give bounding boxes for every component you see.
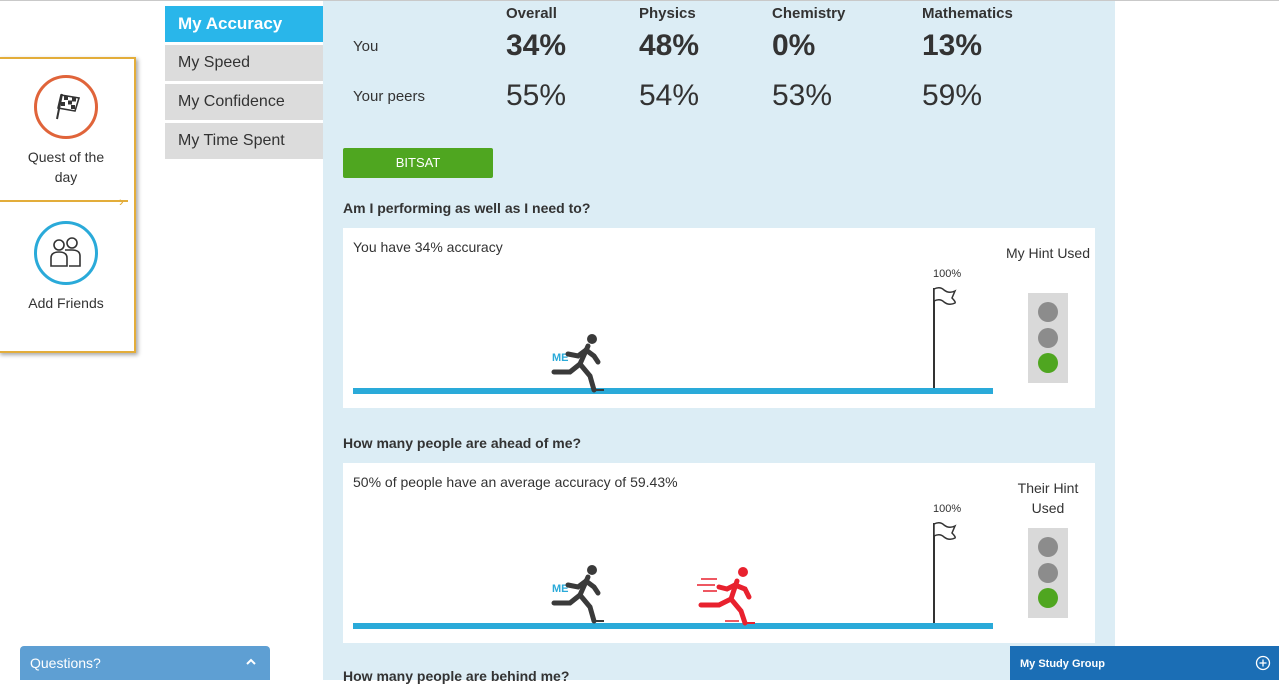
my-hint-title: My Hint Used: [1005, 245, 1091, 261]
my-runner-icon: [551, 334, 604, 393]
add-friends-button[interactable]: Add Friends: [0, 221, 134, 313]
column-header-overall: Overall: [506, 5, 557, 22]
tab-my-accuracy[interactable]: My Accuracy: [165, 6, 323, 42]
hint-light-off-icon: [1038, 537, 1058, 557]
peers-ahead-text: 50% of people have an average accuracy o…: [353, 474, 678, 490]
progress-track: [353, 388, 993, 394]
peers-mathematics-value: 59%: [922, 79, 983, 112]
peers-row-label: Your peers: [353, 88, 425, 105]
add-friends-label: Add Friends: [28, 295, 104, 311]
study-group-bar[interactable]: My Study Group: [1010, 646, 1279, 680]
section-behind-question: How many people are behind me?: [343, 668, 570, 684]
widget-divider: [0, 200, 128, 202]
exam-bitsat-button[interactable]: BITSAT: [343, 148, 493, 178]
study-group-label: My Study Group: [1020, 658, 1105, 670]
questions-chat-bar[interactable]: Questions?: [20, 646, 270, 680]
hint-light-off-icon: [1038, 563, 1058, 583]
quest-label: Quest of the day: [27, 149, 105, 185]
you-row-label: You: [353, 38, 379, 55]
metric-tabs: My Accuracy My Speed My Confidence My Ti…: [165, 6, 323, 162]
peer-runner-icon: [697, 567, 755, 626]
chevron-up-icon[interactable]: [244, 655, 258, 669]
you-overall-value: 34%: [506, 29, 567, 62]
tab-my-speed[interactable]: My Speed: [165, 45, 323, 81]
accuracy-panel: Overall Physics Chemistry Mathematics Yo…: [323, 1, 1115, 684]
my-accuracy-text: You have 34% accuracy: [353, 239, 503, 255]
hint-light-off-icon: [1038, 302, 1058, 322]
quick-actions-panel: Quest of the day › Add Friends: [0, 57, 136, 353]
my-accuracy-card: You have 34% accuracy 100% ME My Hint Us…: [343, 228, 1095, 408]
peers-ahead-card: 50% of people have an average accuracy o…: [343, 463, 1095, 643]
column-header-chemistry: Chemistry: [772, 5, 846, 22]
peers-chemistry-value: 53%: [772, 79, 833, 112]
questions-label: Questions?: [30, 655, 101, 671]
goal-flag-icon: [933, 286, 957, 388]
friends-icon: [34, 221, 98, 285]
hint-light-off-icon: [1038, 328, 1058, 348]
you-mathematics-value: 13%: [922, 29, 983, 62]
their-hint-traffic-light: [1028, 528, 1068, 618]
tab-my-confidence[interactable]: My Confidence: [165, 84, 323, 120]
peers-physics-value: 54%: [639, 79, 700, 112]
column-header-mathematics: Mathematics: [922, 5, 1013, 22]
section-performance-question: Am I performing as well as I need to?: [343, 200, 591, 216]
their-hint-title: Their Hint Used: [1017, 480, 1079, 516]
you-physics-value: 48%: [639, 29, 700, 62]
section-ahead-question: How many people are ahead of me?: [343, 435, 582, 451]
you-chemistry-value: 0%: [772, 29, 816, 62]
goal-flag-icon: [933, 521, 957, 623]
plus-circle-icon[interactable]: [1255, 655, 1271, 671]
my-runner-icon: [551, 565, 604, 624]
tab-my-time-spent[interactable]: My Time Spent: [165, 123, 323, 159]
checkered-flag-icon: [34, 75, 98, 139]
goal-flag-label: 100%: [933, 503, 962, 515]
my-hint-traffic-light: [1028, 293, 1068, 383]
peers-overall-value: 55%: [506, 79, 567, 112]
progress-track: [353, 623, 993, 629]
chevron-right-icon[interactable]: ›: [119, 194, 124, 208]
goal-flag-label: 100%: [933, 268, 962, 280]
column-header-physics: Physics: [639, 5, 696, 22]
hint-light-on-icon: [1038, 588, 1058, 608]
quest-of-the-day-button[interactable]: Quest of the day: [0, 75, 134, 187]
hint-light-on-icon: [1038, 353, 1058, 373]
